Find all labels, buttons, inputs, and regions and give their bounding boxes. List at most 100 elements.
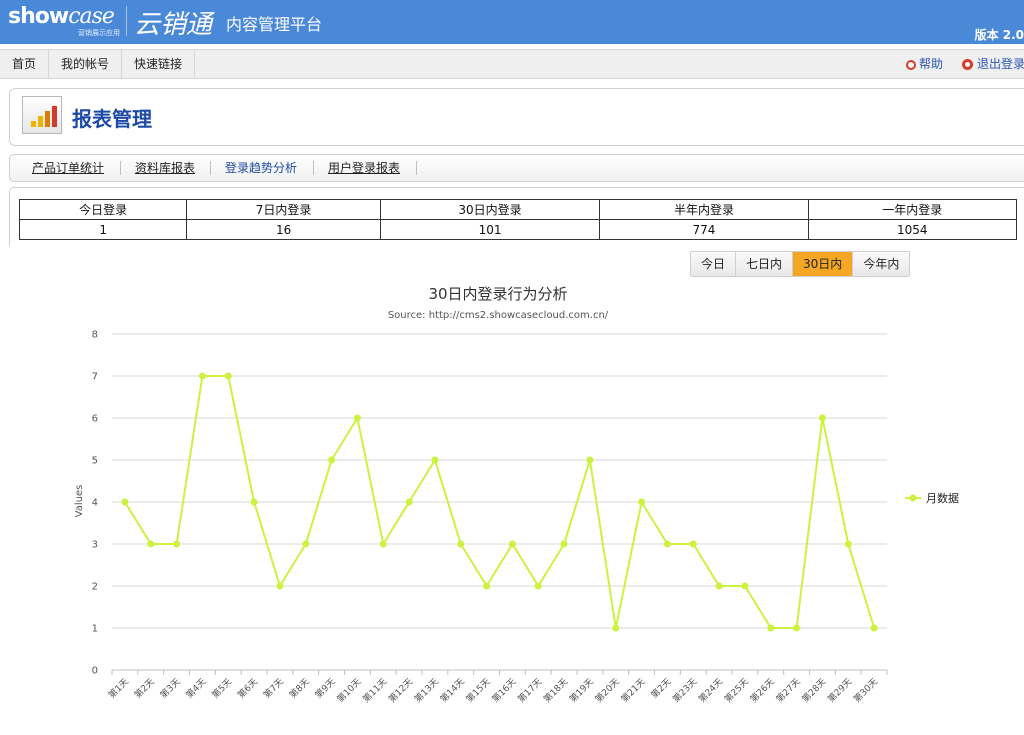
data-point[interactable] — [741, 582, 749, 590]
x-tick-label: 第10天 — [334, 676, 363, 705]
tab-divider — [416, 161, 417, 175]
x-tick-label: 第15天 — [463, 676, 492, 705]
stats-header-cell: 30日内登录 — [379, 199, 601, 220]
chart-grid — [112, 333, 887, 671]
data-point[interactable] — [457, 540, 465, 548]
range-7days-button[interactable]: 七日内 — [736, 252, 794, 276]
range-year-button[interactable]: 今年内 — [853, 252, 910, 276]
x-tick-label: 第2天 — [648, 676, 673, 701]
data-point[interactable] — [508, 540, 516, 548]
nav-home[interactable]: 首页 — [0, 50, 50, 78]
help-link[interactable]: 帮助 — [906, 50, 943, 78]
logout-label: 退出登录 — [977, 57, 1024, 71]
x-tick-label: 第14天 — [438, 676, 467, 705]
data-point[interactable] — [870, 624, 878, 632]
stats-value-cell: 1054 — [807, 219, 1018, 240]
x-tick-label: 第30天 — [851, 676, 880, 705]
data-point[interactable] — [767, 624, 775, 632]
nav-quick-links[interactable]: 快速链接 — [122, 50, 196, 78]
range-30days-button[interactable]: 30日内 — [793, 252, 854, 276]
login-trend-chart: 30日内登录行为分析 Source: http://cms2.showcasec… — [74, 285, 959, 705]
tab-library-report[interactable]: 资料库报表 — [135, 155, 195, 181]
data-point[interactable] — [560, 540, 568, 548]
x-tick-label: 第24天 — [696, 676, 725, 705]
data-point[interactable] — [663, 540, 671, 548]
data-point[interactable] — [638, 498, 646, 506]
help-label: 帮助 — [919, 57, 944, 71]
data-point[interactable] — [379, 540, 387, 548]
login-stats-table: 今日登录 7日内登录 30日内登录 半年内登录 一年内登录 1 16 101 7… — [18, 199, 1018, 240]
data-point[interactable] — [353, 414, 361, 422]
x-tick-label: 第27天 — [773, 676, 802, 705]
y-tick-label: 3 — [92, 540, 98, 551]
x-tick-label: 第23天 — [670, 676, 699, 705]
x-tick-label: 第16天 — [489, 676, 518, 705]
logo-divider — [126, 6, 127, 36]
y-tick-label: 1 — [92, 624, 98, 635]
tab-order-stats[interactable]: 产品订单统计 — [32, 155, 104, 181]
x-tick-label: 第29天 — [825, 676, 854, 705]
x-tick-label: 第20天 — [593, 676, 622, 705]
x-tick-label: 第17天 — [515, 676, 544, 705]
x-tick-label: 第25天 — [722, 676, 751, 705]
x-tick-label: 第12天 — [386, 676, 415, 705]
data-point[interactable] — [328, 456, 336, 464]
top-header: showcase 营销展示应用 云销通 内容管理平台 版本 2.0 — [0, 0, 1024, 44]
stats-value-cell: 101 — [379, 219, 601, 240]
data-point[interactable] — [121, 498, 129, 506]
data-point[interactable] — [483, 582, 491, 590]
data-point[interactable] — [586, 456, 594, 464]
y-tick-label: 6 — [92, 414, 98, 425]
stats-header-cell: 7日内登录 — [186, 199, 381, 220]
x-axis-ticks: 第1天 第2天 第3天 第4天 第5天 第6天 第7天 第8天 第9天第10天第11天第12天第… — [106, 670, 888, 705]
data-point[interactable] — [224, 372, 232, 380]
data-point[interactable] — [250, 498, 258, 506]
y-tick-label: 7 — [92, 372, 98, 383]
data-point[interactable] — [198, 372, 206, 380]
brand-name: 云销通 — [134, 10, 213, 40]
data-point[interactable] — [715, 582, 723, 590]
data-point[interactable] — [844, 540, 852, 548]
data-point[interactable] — [431, 456, 439, 464]
data-point[interactable] — [302, 540, 310, 548]
x-tick-label: 第21天 — [618, 676, 647, 705]
data-point[interactable] — [534, 582, 542, 590]
x-tick-label: 第8天 — [287, 676, 312, 701]
logout-link[interactable]: 退出登录 — [962, 50, 1024, 78]
x-tick-label: 第6天 — [235, 676, 260, 701]
data-point[interactable] — [793, 624, 801, 632]
chart-subtitle: Source: http://cms2.showcasecloud.com.cn… — [388, 310, 609, 321]
x-tick-label: 第2天 — [132, 676, 157, 701]
tab-user-login-report[interactable]: 用户登录报表 — [328, 155, 400, 181]
logo-subtitle: 营销展示应用 — [78, 29, 120, 37]
data-point[interactable] — [405, 498, 413, 506]
chart-title: 30日内登录行为分析 — [428, 285, 567, 303]
x-tick-label: 第3天 — [157, 676, 182, 701]
stats-header-cell: 半年内登录 — [599, 199, 809, 220]
y-tick-label: 2 — [92, 582, 98, 593]
x-tick-label: 第11天 — [360, 676, 389, 705]
report-tabs: 产品订单统计 资料库报表 登录趋势分析 用户登录报表 — [9, 154, 1024, 182]
data-point[interactable] — [147, 540, 155, 548]
data-point[interactable] — [276, 582, 284, 590]
data-point[interactable] — [612, 624, 620, 632]
tab-login-trend[interactable]: 登录趋势分析 — [225, 155, 297, 181]
data-point[interactable] — [689, 540, 697, 548]
y-tick-label: 0 — [92, 666, 98, 677]
y-axis-ticks: 0 1 2 3 4 5 6 7 8 — [92, 330, 98, 677]
tab-divider — [120, 161, 121, 175]
data-point[interactable] — [818, 414, 826, 422]
x-tick-label: 第1天 — [106, 676, 131, 701]
x-tick-label: 第18天 — [541, 676, 570, 705]
legend-marker — [909, 494, 917, 502]
legend-label: 月数据 — [926, 491, 959, 505]
nav-my-account[interactable]: 我的帐号 — [49, 50, 123, 78]
chart-legend[interactable]: 月数据 — [905, 491, 959, 505]
page-title: 报表管理 — [72, 107, 152, 131]
showcase-logo[interactable]: showcase 营销展示应用 — [8, 4, 124, 38]
range-today-button[interactable]: 今日 — [691, 252, 737, 276]
x-tick-label: 第13天 — [412, 676, 441, 705]
version-label: 版本 2.0 — [974, 28, 1024, 42]
stats-value-cell: 774 — [599, 219, 809, 240]
data-point[interactable] — [173, 540, 181, 548]
